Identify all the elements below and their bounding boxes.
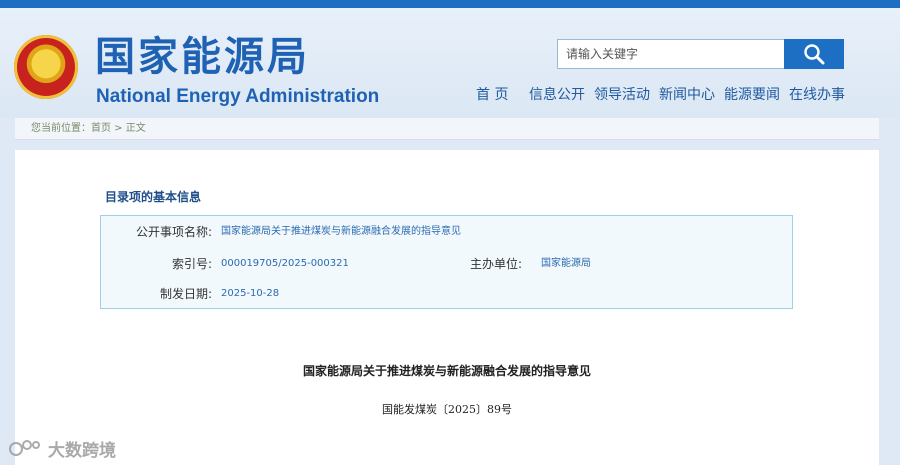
site-header: 国家能源局 National Energy Administration 首 页… [0,8,900,118]
issue-date-value: 2025-10-28 [221,288,280,299]
main-content: 目录项的基本信息 公开事项名称: 国家能源局关于推进煤炭与新能源融合发展的指导意… [15,150,879,465]
nav-online-services[interactable]: 在线办事 [789,85,845,105]
breadcrumb-current: 正文 [125,123,146,134]
issue-date-label: 制发日期: [159,287,212,301]
document-title: 国家能源局关于推进煤炭与新能源融合发展的指导意见 [302,364,591,378]
nav-leadership[interactable]: 领导活动 [594,85,650,105]
catalog-info-box: 公开事项名称: 国家能源局关于推进煤炭与新能源融合发展的指导意见 索引号: 00… [100,215,793,309]
search-button[interactable] [784,39,844,69]
index-number-value: 000019705/2025-000321 [221,258,349,269]
nav-home[interactable]: 首 页 [476,85,508,105]
site-logo-chinese[interactable]: 国家能源局 [95,34,310,80]
search-box [557,39,844,69]
host-org-value: 国家能源局 [541,258,591,269]
nav-energy-news[interactable]: 能源要闻 [724,85,780,105]
item-name-value: 国家能源局关于推进煤炭与新能源融合发展的指导意见 [221,226,461,237]
info-section-title: 目录项的基本信息 [105,190,202,204]
nav-news-center[interactable]: 新闻中心 [659,85,715,105]
search-icon [804,44,825,65]
document-number: 国能发煤炭〔2025〕89号 [382,403,512,416]
breadcrumb-separator: > [111,123,126,134]
watermark-text: 大数跨境 [48,440,116,461]
host-org-label: 主办单位: [469,257,522,271]
national-emblem-icon [14,35,78,99]
index-number-label: 索引号: [171,257,212,271]
breadcrumb-home-link[interactable]: 首页 [91,123,111,134]
breadcrumb-prefix: 您当前位置： [31,123,91,134]
top-accent-bar [0,0,900,8]
watermark: 大数跨境 [8,436,116,461]
watermark-logo-icon [9,440,40,456]
nav-info-disclosure[interactable]: 信息公开 [529,85,585,105]
item-name-label: 公开事项名称: [135,225,212,239]
breadcrumb: 您当前位置：首页 > 正文 [31,122,146,136]
site-logo-english[interactable]: National Energy Administration [96,86,379,108]
breadcrumb-bar: 您当前位置：首页 > 正文 [15,118,879,140]
search-input[interactable] [558,40,785,68]
